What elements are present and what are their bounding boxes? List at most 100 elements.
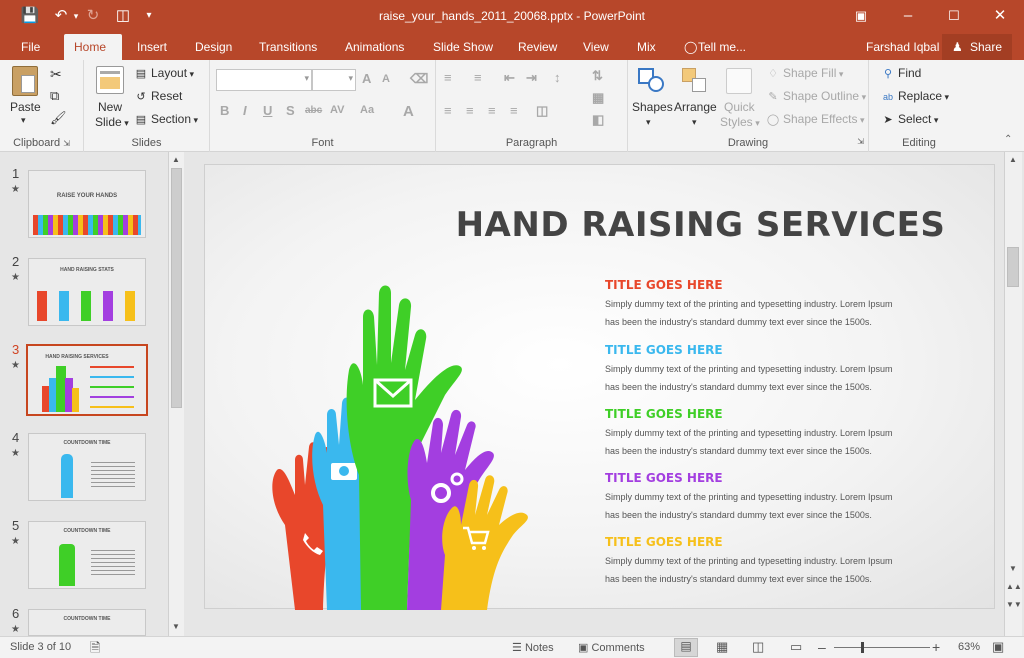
slide-thumbnail-2[interactable]: HAND RAISING STATS: [28, 258, 146, 326]
previous-slide-icon[interactable]: ▲▲: [1006, 582, 1022, 591]
ribbon-display-options-icon[interactable]: ▣: [850, 6, 872, 26]
decrease-indent-icon[interactable]: ⇤: [504, 70, 515, 86]
section-button[interactable]: ▤ Section ▾: [134, 112, 198, 126]
align-text-icon[interactable]: ▦: [592, 90, 604, 106]
arrange-button[interactable]: Arrange: [674, 100, 717, 114]
service-item-5[interactable]: TITLE GOES HERE Simply dummy text of the…: [605, 535, 945, 588]
smartart-icon[interactable]: ◧: [592, 112, 604, 128]
italic-button[interactable]: I: [243, 103, 247, 118]
align-right-icon[interactable]: ≡: [488, 103, 496, 118]
cut-icon[interactable]: ✂: [50, 66, 62, 83]
zoom-level[interactable]: 63%: [958, 641, 980, 653]
next-slide-icon[interactable]: ▼▼: [1006, 600, 1022, 609]
tab-transitions[interactable]: Transitions: [249, 34, 327, 60]
new-slide-label-2[interactable]: Slide ▾: [95, 115, 129, 129]
zoom-slider-thumb[interactable]: [861, 642, 864, 653]
shapes-dropdown-icon[interactable]: ▾: [646, 117, 651, 128]
slide-counter[interactable]: Slide 3 of 10: [10, 641, 71, 653]
change-case-button[interactable]: Aa: [360, 104, 374, 116]
zoom-out-button[interactable]: –: [818, 639, 826, 655]
slide-title[interactable]: HAND RAISING SERVICES: [205, 205, 996, 245]
slide-canvas[interactable]: HAND RAISING SERVICES TITLE GOES HERE Si…: [204, 164, 996, 610]
slide-show-icon[interactable]: ▭: [790, 639, 802, 655]
tell-me-search[interactable]: ◯ Tell me...: [676, 34, 756, 60]
close-icon[interactable]: ✕: [989, 6, 1011, 26]
service-item-2[interactable]: TITLE GOES HERE Simply dummy text of the…: [605, 343, 945, 396]
select-button[interactable]: ➤ Select ▾: [881, 112, 938, 126]
thumbnails-scrollbar[interactable]: ▲ ▼: [168, 152, 184, 636]
arrange-icon[interactable]: [682, 68, 710, 94]
zoom-slider[interactable]: [834, 647, 930, 648]
minimize-icon[interactable]: –: [897, 6, 919, 26]
tab-insert[interactable]: Insert: [127, 34, 177, 60]
share-button[interactable]: ♟ Share: [942, 34, 1013, 60]
reset-button[interactable]: ↺ Reset: [134, 89, 182, 103]
tab-home[interactable]: Home: [64, 34, 122, 60]
quick-styles-button[interactable]: Styles ▾: [720, 115, 760, 129]
font-color-button[interactable]: A: [403, 103, 414, 120]
align-center-icon[interactable]: ≡: [466, 103, 474, 118]
text-direction-icon[interactable]: ⇅: [592, 68, 603, 84]
quick-styles-icon[interactable]: [726, 68, 752, 94]
grow-font-icon[interactable]: A: [362, 71, 371, 86]
find-button[interactable]: ⚲ Find: [881, 66, 921, 80]
shape-effects-button[interactable]: ◯ Shape Effects ▾: [766, 112, 865, 126]
tab-design[interactable]: Design: [185, 34, 242, 60]
tab-view[interactable]: View: [573, 34, 619, 60]
service-item-3[interactable]: TITLE GOES HERE Simply dummy text of the…: [605, 407, 945, 460]
reading-view-icon[interactable]: ◫: [752, 639, 764, 655]
scrollbar-thumb[interactable]: [1007, 247, 1019, 287]
slide-thumbnail-6[interactable]: COUNTDOWN TIME: [28, 609, 146, 636]
clear-formatting-icon[interactable]: ⌫: [410, 71, 428, 87]
fit-to-window-icon[interactable]: ▣: [992, 639, 1004, 655]
paste-icon[interactable]: [12, 66, 38, 96]
slide-thumbnail-5[interactable]: COUNTDOWN TIME: [28, 521, 146, 589]
quick-styles-label-1[interactable]: Quick: [724, 100, 755, 114]
raised-hands-illustration[interactable]: [265, 275, 555, 610]
scroll-up-icon[interactable]: ▲: [1006, 155, 1020, 164]
format-painter-icon[interactable]: 🖌: [50, 110, 67, 126]
arrange-dropdown-icon[interactable]: ▾: [692, 117, 697, 128]
shrink-font-icon[interactable]: A: [382, 73, 390, 85]
replace-button[interactable]: ab Replace ▾: [881, 89, 949, 103]
slide-thumbnail-4[interactable]: COUNTDOWN TIME: [28, 433, 146, 501]
new-slide-button[interactable]: New: [98, 100, 122, 114]
maximize-icon[interactable]: ☐: [943, 6, 965, 26]
new-slide-icon[interactable]: [96, 66, 124, 94]
character-spacing-button[interactable]: AV: [330, 104, 344, 116]
user-name[interactable]: Farshad Iqbal: [856, 34, 949, 60]
scrollbar-thumb[interactable]: [171, 168, 182, 408]
underline-button[interactable]: U: [263, 103, 272, 118]
copy-icon[interactable]: ⧉: [50, 88, 59, 104]
paste-dropdown-icon[interactable]: ▾: [21, 115, 26, 126]
shape-fill-button[interactable]: ♢ Shape Fill ▾: [766, 66, 843, 80]
slide-thumbnail-3[interactable]: HAND RAISING SERVICES: [26, 344, 148, 416]
scroll-down-icon[interactable]: ▼: [1006, 564, 1020, 573]
tab-review[interactable]: Review: [508, 34, 567, 60]
columns-icon[interactable]: ◫: [536, 103, 548, 119]
scroll-up-icon[interactable]: ▲: [169, 155, 183, 164]
notes-button[interactable]: ☰ Notes: [512, 641, 554, 654]
zoom-in-button[interactable]: +: [932, 639, 940, 655]
paste-button[interactable]: Paste: [10, 100, 41, 114]
increase-indent-icon[interactable]: ⇥: [526, 70, 537, 86]
font-name-combo[interactable]: ▾: [216, 69, 312, 91]
font-size-combo[interactable]: ▾: [312, 69, 356, 91]
slide-scrollbar[interactable]: ▲ ▼ ▲▲ ▼▼: [1004, 152, 1022, 636]
tab-file[interactable]: File: [11, 34, 50, 60]
bold-button[interactable]: B: [220, 103, 229, 118]
service-item-4[interactable]: TITLE GOES HERE Simply dummy text of the…: [605, 471, 945, 524]
slide-sorter-icon[interactable]: ▦: [716, 639, 728, 655]
line-spacing-icon[interactable]: ↕: [554, 70, 561, 85]
tab-mix[interactable]: Mix: [627, 34, 666, 60]
normal-view-icon[interactable]: ▤: [674, 638, 698, 657]
shapes-icon[interactable]: [638, 68, 666, 94]
tab-slide-show[interactable]: Slide Show: [423, 34, 503, 60]
shape-outline-button[interactable]: ✎ Shape Outline ▾: [766, 89, 866, 103]
shadow-button[interactable]: S: [286, 103, 295, 118]
service-item-1[interactable]: TITLE GOES HERE Simply dummy text of the…: [605, 278, 945, 331]
numbering-icon[interactable]: ≡: [474, 70, 482, 85]
scroll-down-icon[interactable]: ▼: [169, 622, 183, 631]
bullets-icon[interactable]: ≡: [444, 70, 452, 85]
shapes-button[interactable]: Shapes: [632, 100, 673, 114]
